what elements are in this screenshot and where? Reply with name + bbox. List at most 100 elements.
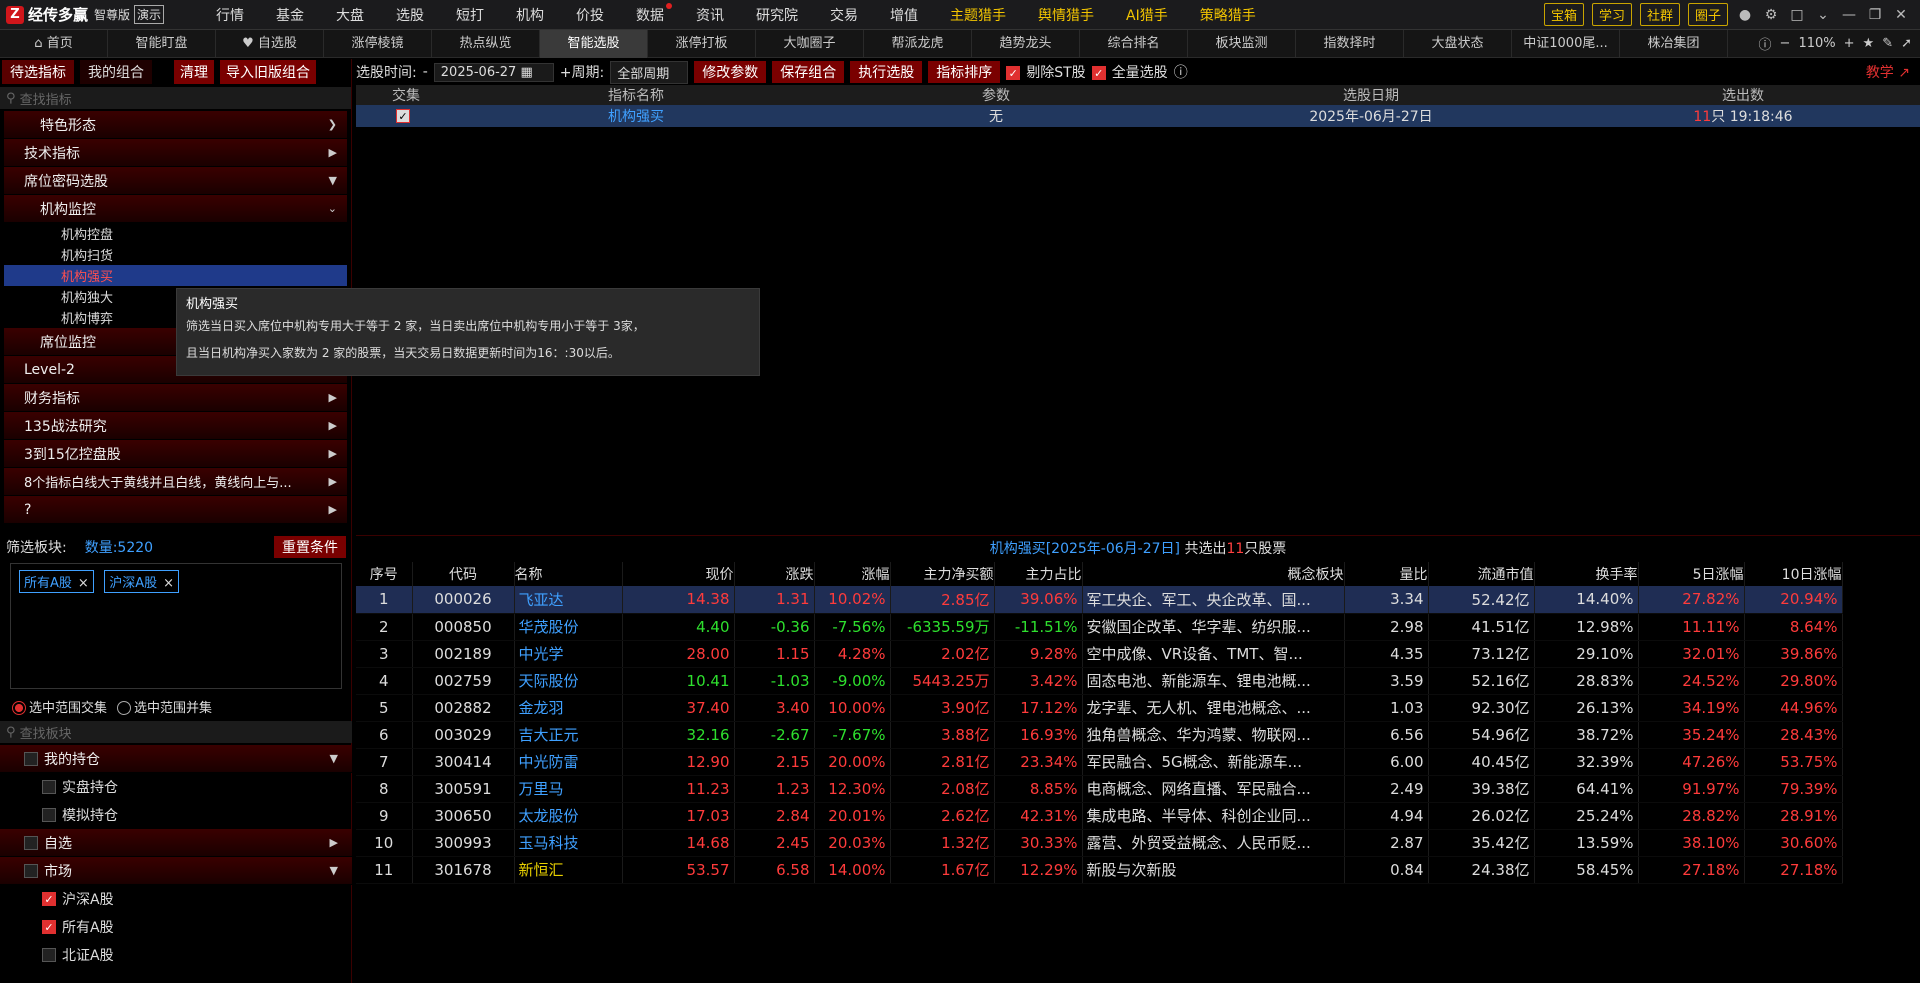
- col-header[interactable]: 概念板块: [1082, 562, 1345, 586]
- table-row[interactable]: 5 002882 金龙羽 37.40 3.40 10.00% 3.90亿 17.12% 龙字辈、…: [356, 694, 1843, 722]
- full-selection-checkbox[interactable]: ✓ 全量选股: [1091, 62, 1168, 82]
- run-selection-button[interactable]: 执行选股: [850, 61, 923, 83]
- tree-node[interactable]: 8个指标白线大于黄线并且白线，黄线向上与... ▶: [4, 468, 347, 496]
- tab-limit-prism[interactable]: 涨停棱镜: [324, 29, 432, 58]
- indicator-search-input[interactable]: ⚲ 查找指标: [0, 87, 351, 109]
- remove-tag-icon[interactable]: ×: [163, 576, 174, 591]
- tree-leaf[interactable]: 机构控盘: [4, 223, 347, 244]
- menu-item[interactable]: 资讯: [680, 5, 740, 25]
- gear-icon[interactable]: ⚙: [1762, 6, 1780, 24]
- col-header[interactable]: 换手率: [1534, 562, 1639, 586]
- menu-item[interactable]: 大盘: [320, 5, 380, 25]
- col-header[interactable]: 主力占比: [994, 562, 1083, 586]
- tree-node[interactable]: 3到15亿控盘股 ▶: [4, 440, 347, 468]
- zoom-out-icon[interactable]: −: [1780, 36, 1791, 51]
- checkbox[interactable]: [42, 780, 56, 794]
- menu-item[interactable]: 价投: [560, 5, 620, 25]
- menu-item-hunter[interactable]: AI猎手: [1110, 5, 1184, 25]
- tab-gang-dragon[interactable]: 帮派龙虎: [864, 29, 972, 58]
- intersect-cell[interactable]: ✓: [356, 105, 456, 127]
- tree-node[interactable]: 135战法研究 ▶: [4, 412, 347, 440]
- tab-index-timing[interactable]: 指数择时: [1296, 29, 1404, 58]
- col-header[interactable]: 流通市值: [1428, 562, 1535, 586]
- col-header[interactable]: 涨幅: [814, 562, 891, 586]
- remove-tag-icon[interactable]: ×: [78, 576, 89, 591]
- tree-node[interactable]: 技术指标 ▶: [4, 139, 347, 167]
- item-bj-a[interactable]: 北证A股: [0, 941, 352, 969]
- indicator-row[interactable]: ✓ 机构强买 无 2025年-06月-27日 11只 19:18:46: [356, 105, 1920, 127]
- tree-leaf-selected[interactable]: 机构强买: [4, 265, 347, 286]
- menu-item[interactable]: 行情: [200, 5, 260, 25]
- menu-item-hunter[interactable]: 舆情猎手: [1022, 5, 1110, 25]
- tab-hot-overview[interactable]: 热点纵览: [432, 29, 540, 58]
- col-header[interactable]: 涨跌: [734, 562, 815, 586]
- sector-search-input[interactable]: ⚲ 查找板块: [0, 721, 352, 743]
- tree-node[interactable]: ? ▶: [4, 496, 347, 524]
- tab-home[interactable]: ⌂ 首页: [0, 29, 108, 58]
- user-icon[interactable]: ●: [1736, 6, 1754, 24]
- tab-sector-monitor[interactable]: 板块监测: [1188, 29, 1296, 58]
- tab-smart-select[interactable]: 智能选股: [540, 29, 648, 58]
- window-icon[interactable]: □: [1788, 6, 1806, 24]
- reset-conditions-button[interactable]: 重置条件: [274, 536, 346, 558]
- table-row[interactable]: 8 300591 万里马 11.23 1.23 12.30% 2.08亿 8.85% 电商概念、…: [356, 775, 1843, 803]
- tree-node[interactable]: 财务指标 ▶: [4, 384, 347, 412]
- item-sim-holding[interactable]: 模拟持仓: [0, 801, 352, 829]
- menu-item[interactable]: 增值: [874, 5, 934, 25]
- menu-item[interactable]: 选股: [380, 5, 440, 25]
- chevron-down-icon[interactable]: ⌄: [1814, 6, 1832, 24]
- save-combo-button[interactable]: 保存组合: [772, 61, 845, 83]
- treasure-button[interactable]: 宝箱: [1543, 3, 1584, 26]
- pencil-icon[interactable]: ✎: [1882, 36, 1893, 51]
- tab-zhuye[interactable]: 株冶集团: [1620, 29, 1728, 58]
- tutorial-link[interactable]: 教学 ↗: [1866, 62, 1920, 82]
- table-row[interactable]: 4 002759 天际股份 10.41 -1.03 -9.00% 5443.25万 3.42%…: [356, 667, 1843, 695]
- radio-union[interactable]: 选中范围并集: [117, 697, 212, 716]
- menu-item-hunter[interactable]: 策略猎手: [1184, 5, 1272, 25]
- demo-badge[interactable]: 演示: [134, 5, 165, 24]
- item-hs-a[interactable]: ✓ 沪深A股: [0, 885, 352, 913]
- table-row[interactable]: 1 000026 飞亚达 14.38 1.31 10.02% 2.85亿 39.06% 军工央企…: [356, 586, 1843, 614]
- group-market[interactable]: 市场 ▼: [0, 857, 352, 885]
- sort-indicators-button[interactable]: 指标排序: [928, 61, 1001, 83]
- restore-icon[interactable]: ❐: [1866, 6, 1884, 24]
- table-row[interactable]: 7 300414 中光防雷 12.90 2.15 20.00% 2.81亿 23.34% 军民融…: [356, 748, 1843, 776]
- modify-params-button[interactable]: 修改参数: [694, 61, 767, 83]
- help-icon[interactable]: ⓘ: [1174, 62, 1188, 82]
- checkbox[interactable]: [42, 808, 56, 822]
- tab-my-combos[interactable]: 我的组合: [80, 60, 152, 84]
- clear-button[interactable]: 清理: [174, 60, 214, 84]
- exclude-st-checkbox[interactable]: ✓ 剔除ST股: [1006, 62, 1086, 82]
- checkbox[interactable]: [24, 835, 38, 850]
- tree-leaf[interactable]: 机构扫货: [4, 244, 347, 265]
- tab-limit-board[interactable]: 涨停打板: [648, 29, 756, 58]
- menu-item[interactable]: 机构: [500, 5, 560, 25]
- tab-smart-watch[interactable]: 智能盯盘: [108, 29, 216, 58]
- tab-ranking[interactable]: 综合排名: [1080, 29, 1188, 58]
- table-row[interactable]: 10 300993 玉马科技 14.68 2.45 20.03% 1.32亿 30.33% 露营…: [356, 829, 1843, 857]
- tab-market-state[interactable]: 大盘状态: [1404, 29, 1512, 58]
- col-header[interactable]: 主力净买额: [890, 562, 995, 586]
- col-header[interactable]: 序号: [356, 562, 413, 586]
- import-button[interactable]: 导入旧版组合: [220, 60, 316, 84]
- tab-big-circle[interactable]: 大咖圈子: [756, 29, 864, 58]
- period-select[interactable]: 全部周期: [610, 60, 689, 84]
- table-row[interactable]: 2 000850 华茂股份 4.40 -0.36 -7.56% -6335.59万 -11.5…: [356, 613, 1843, 641]
- table-row[interactable]: 6 003029 吉大正元 32.16 -2.67 -7.67% 3.88亿 16.93% 独角…: [356, 721, 1843, 749]
- menu-item[interactable]: 研究院: [740, 5, 814, 25]
- info-icon[interactable]: ⓘ: [1759, 34, 1772, 53]
- col-header[interactable]: 5日涨幅: [1638, 562, 1745, 586]
- community-button[interactable]: 社群: [1639, 3, 1680, 26]
- tree-node[interactable]: 特色形态 ❯: [4, 111, 347, 139]
- close-icon[interactable]: ✕: [1892, 6, 1910, 24]
- checkbox[interactable]: [24, 863, 38, 878]
- table-row[interactable]: 9 300650 太龙股份 17.03 2.84 20.01% 2.62亿 42.31% 集成电…: [356, 802, 1843, 830]
- checkbox-checked-icon[interactable]: ✓: [396, 109, 410, 123]
- checkbox[interactable]: [42, 948, 56, 962]
- star-icon[interactable]: ★: [1863, 36, 1875, 51]
- date-input[interactable]: 2025-06-27 ▦: [433, 62, 554, 82]
- minimize-icon[interactable]: —: [1840, 6, 1858, 24]
- circle-button[interactable]: 圈子: [1687, 3, 1728, 26]
- radio-intersection[interactable]: 选中范围交集: [12, 697, 107, 716]
- menu-item[interactable]: 数据: [620, 2, 680, 25]
